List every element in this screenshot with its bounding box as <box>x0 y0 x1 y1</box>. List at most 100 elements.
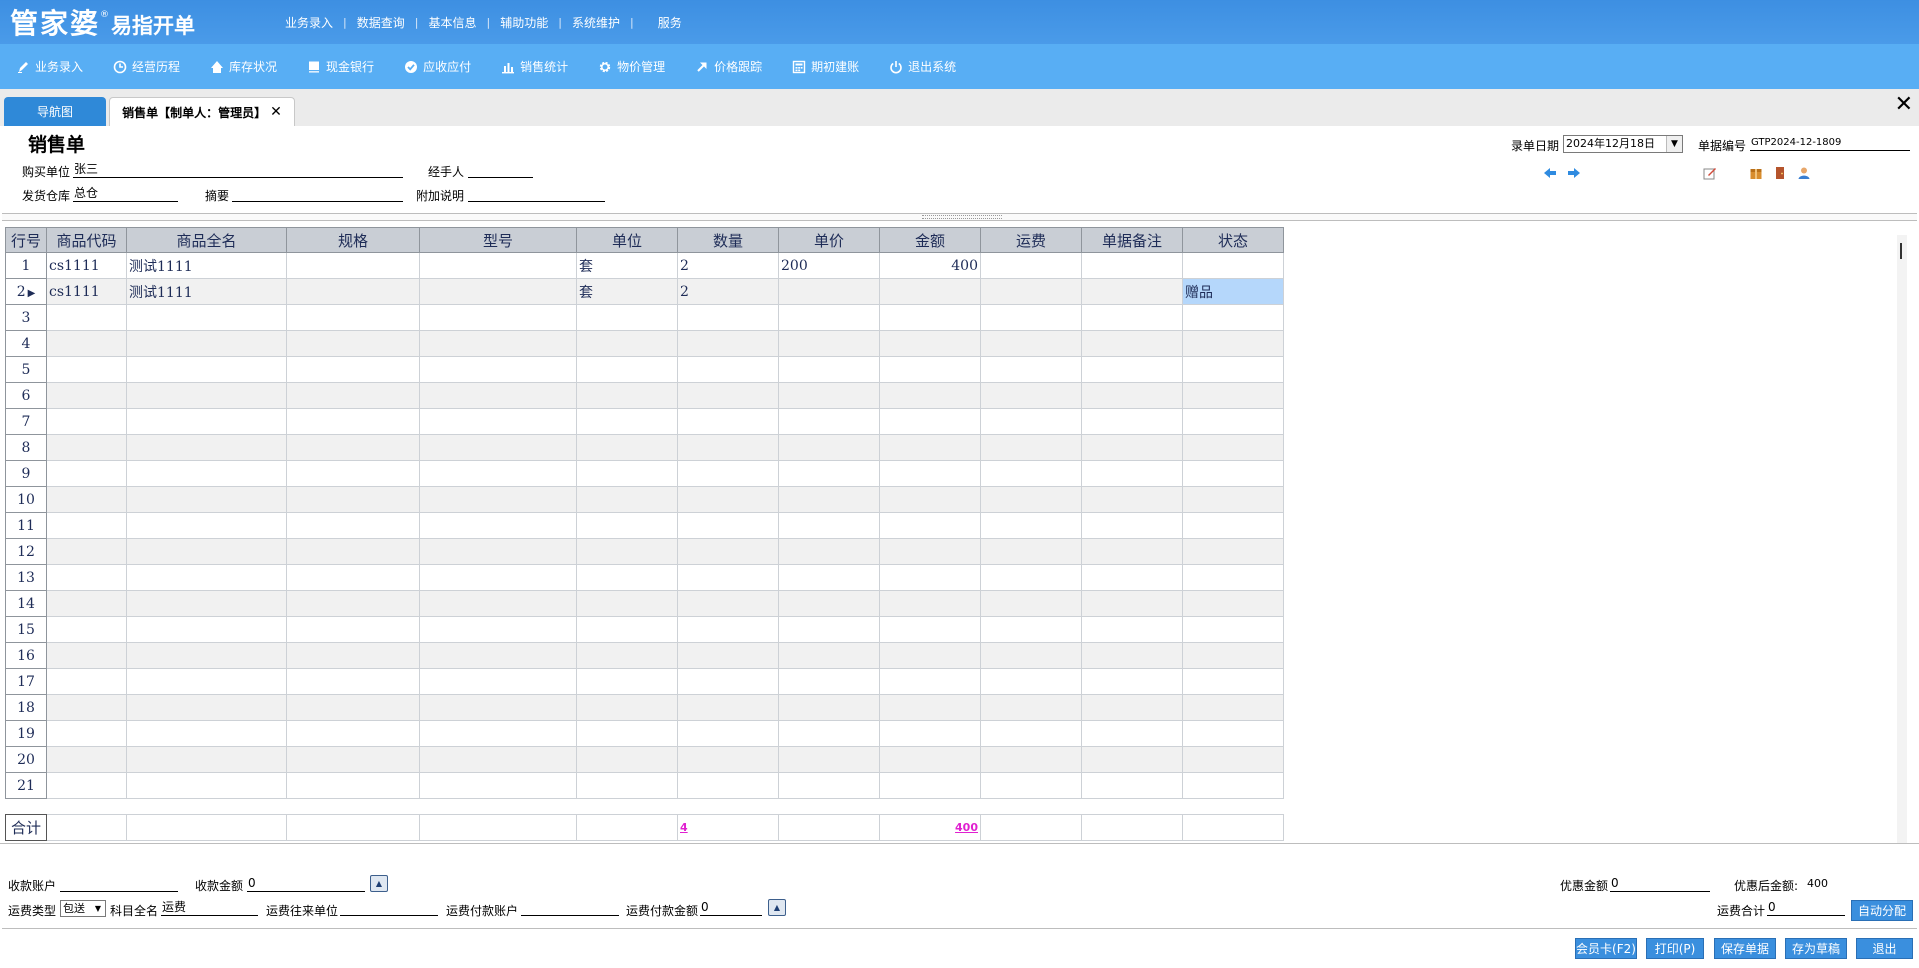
tab-navigation-map[interactable]: 导航图 <box>4 97 106 126</box>
cell-unit[interactable] <box>576 564 678 591</box>
row-number[interactable]: 11 <box>5 512 47 539</box>
cell-qty[interactable] <box>677 746 779 773</box>
cell-status[interactable] <box>1182 512 1284 539</box>
cell-amount[interactable] <box>879 330 981 357</box>
cell-qty[interactable] <box>677 694 779 721</box>
cell-price[interactable] <box>778 330 880 357</box>
cell-status[interactable] <box>1182 694 1284 721</box>
cell-model[interactable] <box>419 460 577 487</box>
toolbar-sales-stats-button[interactable]: 销售统计 <box>501 58 568 75</box>
cell-unit[interactable] <box>576 330 678 357</box>
cell-remark[interactable] <box>1081 720 1183 747</box>
cell-model[interactable] <box>419 590 577 617</box>
cell-spec[interactable] <box>286 538 420 565</box>
cell-name[interactable] <box>126 434 287 461</box>
cell-qty[interactable] <box>677 564 779 591</box>
row-number[interactable]: 21 <box>5 772 47 799</box>
cell-price[interactable] <box>778 538 880 565</box>
close-window-icon[interactable]: ✕ <box>1895 94 1913 116</box>
cell-code[interactable] <box>46 746 127 773</box>
cell-name[interactable] <box>126 746 287 773</box>
cell-price[interactable] <box>778 642 880 669</box>
cell-model[interactable] <box>419 772 577 799</box>
receive-account-field[interactable] <box>60 876 178 892</box>
cell-name[interactable] <box>126 668 287 695</box>
cell-status[interactable] <box>1182 642 1284 669</box>
cell-price[interactable] <box>778 304 880 331</box>
cell-status[interactable] <box>1182 616 1284 643</box>
row-number[interactable]: 6 <box>5 382 47 409</box>
cell-name[interactable] <box>126 720 287 747</box>
row-number[interactable]: 7 <box>5 408 47 435</box>
cell-spec[interactable] <box>286 512 420 539</box>
toolbar-receivable-payable-button[interactable]: 应收应付 <box>404 58 471 75</box>
cell-remark[interactable] <box>1081 382 1183 409</box>
cell-code[interactable] <box>46 382 127 409</box>
cell-spec[interactable] <box>286 252 420 279</box>
cell-code[interactable] <box>46 460 127 487</box>
freight-unit-field[interactable] <box>340 900 438 916</box>
date-picker[interactable]: 2024年12月18日 ▼ <box>1563 135 1683 153</box>
table-row[interactable]: 14 <box>5 590 1284 617</box>
cell-model[interactable] <box>419 330 577 357</box>
cell-code[interactable]: cs1111 <box>46 278 127 305</box>
cell-freight[interactable] <box>980 512 1082 539</box>
table-row[interactable]: 3 <box>5 304 1284 331</box>
cell-name[interactable] <box>126 382 287 409</box>
cell-freight[interactable] <box>980 642 1082 669</box>
table-row[interactable]: 12 <box>5 538 1284 565</box>
cell-amount[interactable] <box>879 642 981 669</box>
handler-field[interactable] <box>468 162 533 178</box>
cell-freight[interactable] <box>980 356 1082 383</box>
cell-freight[interactable] <box>980 486 1082 513</box>
cell-name[interactable] <box>126 304 287 331</box>
cell-amount[interactable] <box>879 356 981 383</box>
cell-price[interactable] <box>778 356 880 383</box>
cell-model[interactable] <box>419 720 577 747</box>
expand-up-icon[interactable]: ▲ <box>768 899 786 916</box>
cell-model[interactable] <box>419 382 577 409</box>
buyer-field[interactable]: 张三 <box>73 162 403 178</box>
cell-name[interactable] <box>126 460 287 487</box>
cell-model[interactable] <box>419 408 577 435</box>
save-document-button[interactable]: 保存单据 <box>1714 938 1776 959</box>
note-field[interactable] <box>468 186 605 202</box>
row-number[interactable]: 4 <box>5 330 47 357</box>
cell-status[interactable] <box>1182 304 1284 331</box>
col-header-qty[interactable]: 数量 <box>677 227 779 253</box>
cell-remark[interactable] <box>1081 772 1183 799</box>
cell-remark[interactable] <box>1081 512 1183 539</box>
cell-qty[interactable] <box>677 772 779 799</box>
cell-spec[interactable] <box>286 304 420 331</box>
cell-freight[interactable] <box>980 434 1082 461</box>
cell-model[interactable] <box>419 564 577 591</box>
cell-freight[interactable] <box>980 330 1082 357</box>
cell-spec[interactable] <box>286 746 420 773</box>
cell-model[interactable] <box>419 668 577 695</box>
cell-model[interactable] <box>419 616 577 643</box>
save-draft-button[interactable]: 存为草稿 <box>1785 938 1847 959</box>
col-header-status[interactable]: 状态 <box>1182 227 1284 253</box>
cell-qty[interactable] <box>677 616 779 643</box>
cell-qty[interactable]: 2 <box>677 278 779 305</box>
cell-price[interactable] <box>778 512 880 539</box>
cell-amount[interactable] <box>879 304 981 331</box>
cell-amount[interactable] <box>879 538 981 565</box>
cell-qty[interactable] <box>677 382 779 409</box>
cell-model[interactable] <box>419 746 577 773</box>
top-nav-system-maintenance[interactable]: 系统维护 <box>562 14 630 31</box>
cell-spec[interactable] <box>286 382 420 409</box>
cell-amount[interactable] <box>879 382 981 409</box>
cell-price[interactable] <box>778 434 880 461</box>
cell-code[interactable] <box>46 486 127 513</box>
table-row[interactable]: 5 <box>5 356 1284 383</box>
cell-status[interactable] <box>1182 330 1284 357</box>
cell-status[interactable] <box>1182 564 1284 591</box>
cell-remark[interactable] <box>1081 252 1183 279</box>
cell-amount[interactable] <box>879 590 981 617</box>
table-row[interactable]: 15 <box>5 616 1284 643</box>
cell-remark[interactable] <box>1081 668 1183 695</box>
cell-qty[interactable] <box>677 538 779 565</box>
cell-freight[interactable] <box>980 304 1082 331</box>
cell-amount[interactable] <box>879 746 981 773</box>
